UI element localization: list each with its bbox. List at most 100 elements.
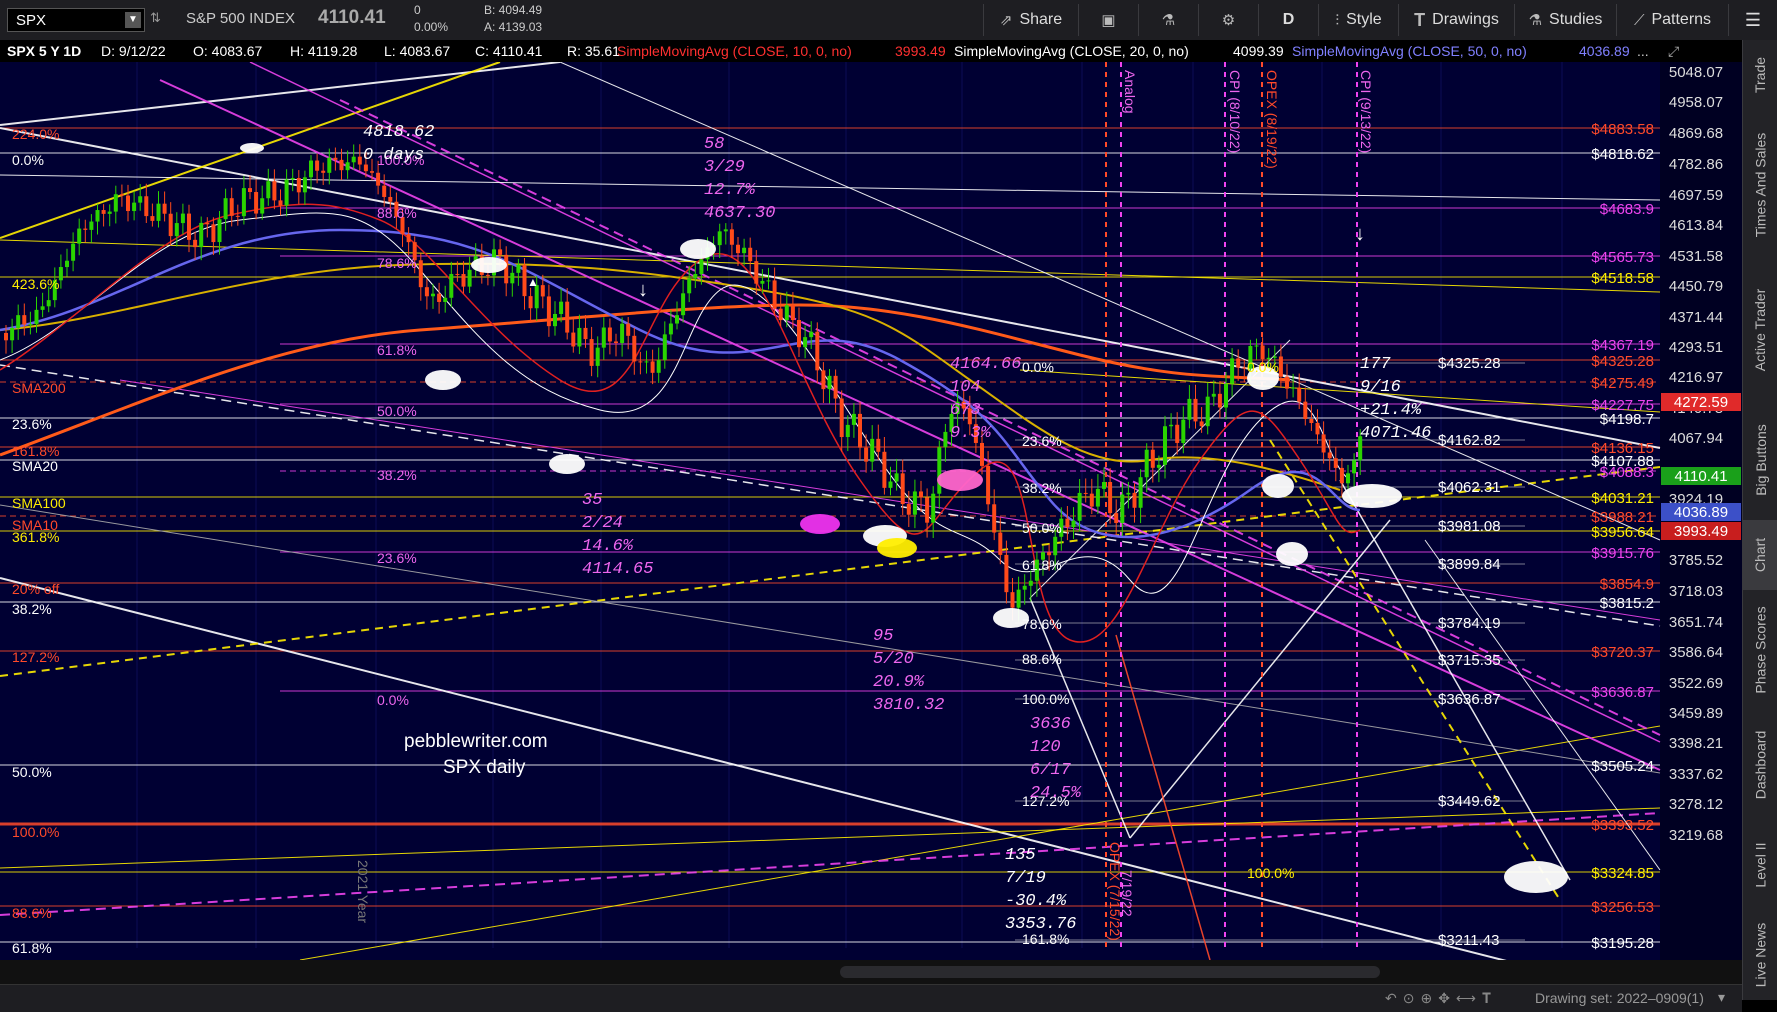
left-level-label: 20% off: [12, 581, 59, 597]
level-price-label: $4275.49: [1591, 375, 1654, 392]
candle-body: [1291, 387, 1296, 389]
level-price-label: $4325.28: [1591, 353, 1654, 370]
period-button[interactable]: D: [1258, 4, 1318, 36]
candle-body: [668, 323, 673, 335]
candle-body: [1047, 552, 1052, 556]
flask-button[interactable]: ⚗: [1138, 4, 1198, 36]
annotation-text: 135: [1005, 846, 1036, 865]
tab-live-news[interactable]: Live News: [1743, 910, 1777, 1000]
candle-body: [870, 438, 875, 462]
symbol-input[interactable]: SPX ▼: [7, 8, 145, 32]
side-tab-panel: Trade Times And Sales Active Trader Big …: [1742, 40, 1777, 1000]
y-axis-tick: 3398.21: [1669, 735, 1723, 752]
scroll-thumb[interactable]: [840, 966, 1380, 978]
candle-body: [1181, 419, 1186, 443]
annotation-text: 20.9%: [873, 673, 925, 692]
candle-body: [1108, 481, 1113, 514]
annotation-text: 5/20: [873, 650, 914, 669]
candle-body: [101, 210, 106, 214]
display-button[interactable]: ▣: [1078, 4, 1138, 36]
menu-button[interactable]: ☰: [1728, 4, 1777, 36]
style-button[interactable]: ⫶ Style: [1318, 4, 1398, 36]
fib-label-2: 78.6%: [1022, 616, 1062, 632]
link-icon[interactable]: ⇅: [150, 10, 161, 26]
candle-body: [16, 315, 21, 328]
candle-body: [1327, 452, 1332, 459]
annotation-text: 120: [1030, 738, 1061, 757]
annotation-text: 3/29: [704, 158, 745, 177]
candle-body: [748, 247, 753, 262]
y-axis-tick: 3651.74: [1669, 614, 1723, 631]
level-price-label: $4031.21: [1591, 490, 1654, 507]
candle-body: [626, 323, 631, 336]
candle-body: [784, 305, 789, 321]
tab-active-trader[interactable]: Active Trader: [1743, 260, 1777, 400]
bar-high: H: 4119.28: [290, 43, 358, 59]
tab-times-and-sales[interactable]: Times And Sales: [1743, 110, 1777, 260]
candle-body: [729, 229, 734, 245]
y-axis-tick: 4067.94: [1669, 430, 1723, 447]
y-axis-tick: 4697.59: [1669, 187, 1723, 204]
candle-body: [1260, 345, 1265, 360]
candle-body: [809, 331, 814, 338]
tab-trade[interactable]: Trade: [1743, 40, 1777, 110]
level-price-label: $4818.62: [1591, 146, 1654, 163]
price-chart[interactable]: ↓ ↓ ▲ $4883.58 $4818.62 $4683.9 $4565.73 $4518…: [0, 61, 1742, 1001]
drawing-tools-icons[interactable]: ↶⊙⊕✥⟷𝐓: [1385, 990, 1497, 1007]
tab-big-buttons[interactable]: Big Buttons: [1743, 400, 1777, 520]
patterns-button[interactable]: ⟋ Patterns: [1616, 4, 1728, 36]
candle-body: [424, 287, 429, 297]
left-level-label: 61.8%: [12, 940, 52, 956]
candle-body: [1053, 536, 1058, 556]
share-button[interactable]: ⇗ Share: [983, 4, 1078, 36]
candle-body: [980, 442, 984, 466]
chart-scrollbar[interactable]: [0, 960, 1742, 984]
fib-price-label: $3981.08: [1438, 518, 1501, 535]
candle-body: [717, 231, 722, 246]
candle-body: [235, 215, 240, 217]
drawings-button[interactable]: T Drawings: [1398, 4, 1514, 36]
candle-body: [876, 438, 881, 452]
candle-body: [272, 181, 277, 201]
tab-dashboard[interactable]: Dashboard: [1743, 710, 1777, 820]
more-studies[interactable]: ...: [1637, 43, 1649, 59]
candle-body: [449, 273, 454, 298]
candle-body: [126, 195, 130, 212]
left-level-label: 0.0%: [12, 152, 44, 168]
chart-canvas[interactable]: ↓ ↓ ▲ $4883.58 $4818.62 $4683.9 $4565.73 $4518…: [0, 61, 1742, 1001]
y-axis-tick: 5048.07: [1669, 64, 1723, 81]
highlight-oval: [800, 514, 840, 534]
annotation-text: 3810.32: [873, 696, 944, 715]
candle-body: [363, 164, 368, 172]
collapse-icon[interactable]: ▾: [1718, 989, 1725, 1006]
settings-button[interactable]: ⚙: [1198, 4, 1258, 36]
y-axis-tick: 3219.68: [1669, 827, 1723, 844]
fib-price-label: $3784.19: [1438, 615, 1501, 632]
fib-label: 50.0%: [377, 403, 417, 419]
fib-label: 88.6%: [377, 205, 417, 221]
tab-level-ii[interactable]: Level II: [1743, 820, 1777, 910]
expand-icon[interactable]: ⤢: [1668, 43, 1679, 60]
level-price-label: $4518.58: [1591, 270, 1654, 287]
price-tag-label: 4110.41: [1674, 468, 1727, 485]
studies-button[interactable]: ⚗ Studies: [1514, 4, 1616, 36]
highlight-oval: [1504, 861, 1568, 893]
candle-body: [162, 203, 167, 214]
candle-body: [1083, 492, 1088, 494]
chevron-down-icon[interactable]: ▼: [125, 12, 141, 28]
tab-phase-scores[interactable]: Phase Scores: [1743, 590, 1777, 710]
drawing-set-label[interactable]: Drawing set: 2022–0909(1): [1535, 990, 1704, 1006]
level-price-label: $4367.19: [1591, 337, 1654, 354]
candle-body: [1193, 398, 1198, 422]
fib-label-2: 38.2%: [1022, 480, 1062, 496]
candle-body: [845, 424, 850, 438]
candle-body: [180, 213, 185, 224]
percent-change: 0.00%: [414, 20, 449, 34]
tab-chart[interactable]: Chart: [1743, 520, 1777, 590]
fib-price-label: $3211.43: [1438, 932, 1499, 949]
sma10-value: 3993.49: [895, 43, 946, 59]
annotation-text: 14.6%: [582, 537, 634, 556]
down-arrow-icon: ↓: [638, 279, 648, 301]
candle-body: [1230, 358, 1235, 384]
candle-body: [4, 332, 8, 341]
